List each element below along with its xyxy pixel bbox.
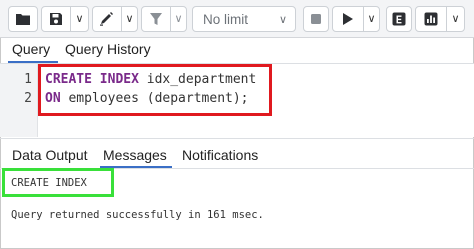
tab-query[interactable]: Query [12,41,50,57]
edit-button[interactable]: ∨ [92,6,138,32]
row-limit-select[interactable]: No limit ∨ [192,6,296,32]
stop-button[interactable] [303,6,329,32]
explain-button[interactable] [386,6,412,32]
line-number: 2 [24,91,32,106]
filter-button[interactable]: ∨ [141,6,187,32]
explain-analyze-chart-icon [424,12,438,26]
edit-pen-icon [100,12,113,26]
explain-analyze-dropdown-caret[interactable]: ∨ [451,13,459,25]
filter-dropdown-caret[interactable]: ∨ [174,13,182,25]
tab-data-output[interactable]: Data Output [12,147,88,163]
toolbar: ∨ ∨ ∨ No limit ∨ ∨ ∨ [0,0,474,38]
chevron-down-icon: ∨ [278,14,287,26]
green-highlight-box [2,168,114,197]
tab-notifications[interactable]: Notifications [182,147,258,163]
editor-output-divider [0,138,474,139]
save-icon [50,13,62,25]
filter-icon [150,13,162,25]
line-number-gutter: 1 2 [0,64,38,137]
row-limit-value: No limit [203,11,249,27]
play-execute-icon [343,13,353,25]
explain-analyze-button[interactable]: ∨ [415,6,465,32]
edit-dropdown-caret[interactable]: ∨ [125,13,133,25]
red-highlight-box [38,64,272,116]
stop-icon [311,14,321,24]
open-file-button[interactable] [8,6,38,32]
save-button[interactable]: ∨ [41,6,89,32]
execute-dropdown-caret[interactable]: ∨ [367,13,375,25]
tab-query-history[interactable]: Query History [65,41,151,57]
tab-messages[interactable]: Messages [103,147,167,163]
folder-open-icon [16,14,30,25]
explain-icon [392,12,406,26]
execute-button[interactable]: ∨ [332,6,380,32]
save-dropdown-caret[interactable]: ∨ [75,13,83,25]
message-result: Query returned successfully in 161 msec. [11,209,264,221]
line-number: 1 [24,72,32,87]
